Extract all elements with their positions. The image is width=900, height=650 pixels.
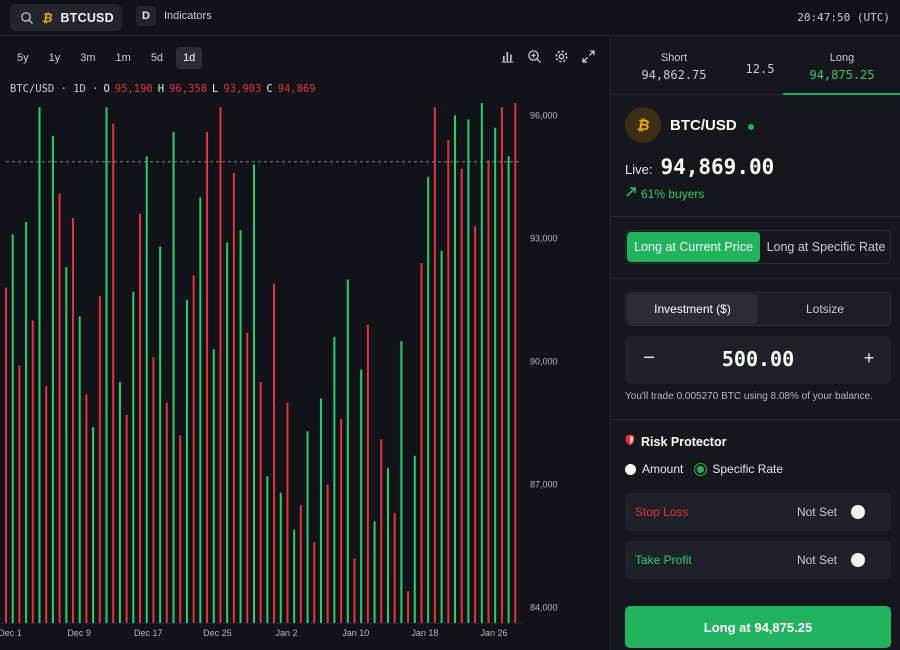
- y-tick-label: 96,000: [530, 110, 558, 120]
- size-mode-toggle: Investment ($) Lotsize: [625, 292, 891, 326]
- chart-panel: 5y 1y 3m 1m 5d 1d BTC/USD · 1D · O 95,19…: [0, 37, 610, 650]
- range-1m[interactable]: 1m: [109, 47, 138, 69]
- tab-investment[interactable]: Investment ($): [627, 294, 758, 324]
- take-profit-row[interactable]: Take Profit Not Set: [625, 541, 891, 579]
- bar-chart-icon[interactable]: [500, 49, 515, 64]
- ohlc-open: 95,190: [114, 83, 153, 95]
- range-1d[interactable]: 1d: [176, 47, 203, 69]
- price-chart[interactable]: 96,000 93,000 90,000 87,000 84,000 Dec 1 Dec 9…: [0, 99, 610, 650]
- ohlc-high-label: H: [157, 83, 165, 95]
- risk-protector-title: Risk Protector: [641, 434, 727, 449]
- ohlc-open-label: O: [103, 83, 110, 95]
- trend-up-icon: [625, 186, 637, 201]
- x-tick-label: Jan 2: [276, 628, 298, 638]
- bitcoin-icon: ₿: [42, 10, 53, 25]
- y-tick-label: 84,000: [530, 603, 558, 613]
- divider: [611, 278, 900, 279]
- y-tick-label: 93,000: [530, 233, 558, 243]
- decrease-button[interactable]: −: [637, 346, 661, 370]
- x-tick-label: Dec 25: [203, 628, 232, 638]
- long-current-price-button[interactable]: Long at Current Price: [627, 232, 760, 262]
- long-label: Long: [829, 52, 855, 64]
- x-tick-label: Dec 9: [67, 628, 91, 638]
- radio-amount[interactable]: [625, 463, 636, 475]
- stop-loss-label: Stop Loss: [635, 505, 689, 519]
- short-label: Short: [660, 52, 688, 64]
- divider: [611, 216, 900, 217]
- x-tick-label: Dec 17: [134, 628, 163, 638]
- range-selector: 5y 1y 3m 1m 5d 1d: [10, 47, 203, 69]
- shield-icon: [625, 434, 635, 449]
- risk-protector-heading: Risk Protector: [625, 434, 726, 449]
- trade-summary: You'll trade 0.005270 BTC using 8.08% of…: [625, 391, 873, 402]
- range-1y[interactable]: 1y: [42, 47, 68, 69]
- ohlc-legend: BTC/USD · 1D · O 95,190 H 96,358 L 93,90…: [10, 83, 316, 95]
- live-label: Live:: [625, 162, 653, 177]
- amount-input[interactable]: 500.00: [665, 347, 851, 371]
- price-tabs: Short 94,862.75 12.5 Long 94,875.25: [611, 37, 900, 95]
- radio-specific-rate[interactable]: [695, 463, 707, 475]
- ohlc-low-label: L: [212, 83, 219, 95]
- stop-loss-state: Not Set: [796, 505, 837, 519]
- x-axis-line: [0, 623, 522, 624]
- divider: [611, 419, 900, 420]
- long-submit-button[interactable]: Long at 94,875.25: [625, 606, 891, 648]
- y-tick-label: 87,000: [530, 480, 558, 490]
- long-specific-rate-button[interactable]: Long at Specific Rate: [762, 232, 890, 262]
- take-profit-state: Not Set: [796, 553, 837, 567]
- radio-specific-rate-label[interactable]: Specific Rate: [712, 462, 783, 476]
- y-tick-label: 90,000: [530, 357, 558, 367]
- live-price: 94,869.00: [660, 155, 775, 179]
- order-mode-toggle: Long at Current Price Long at Specific R…: [625, 230, 891, 264]
- bitcoin-icon: ₿: [625, 107, 661, 143]
- radio-amount-label[interactable]: Amount: [642, 462, 683, 476]
- x-tick-label: Dec 1: [0, 628, 22, 638]
- take-profit-label: Take Profit: [635, 553, 692, 567]
- ohlc-close: 94,869: [277, 83, 316, 95]
- spread-value: 12.5: [745, 62, 775, 76]
- increase-button[interactable]: +: [857, 346, 881, 370]
- utc-clock: 20:47:50 (UTC): [797, 11, 890, 24]
- ohlc-pair: BTC/USD · 1D ·: [10, 83, 99, 95]
- tab-lotsize[interactable]: Lotsize: [760, 294, 890, 324]
- take-profit-toggle[interactable]: [851, 553, 865, 567]
- risk-mode-radios: Amount Specific Rate: [625, 462, 783, 476]
- symbol-label: BTCUSD: [60, 10, 114, 25]
- spread-cell: 12.5: [737, 37, 783, 95]
- tab-long[interactable]: Long 94,875.25: [783, 37, 900, 95]
- indicators-button[interactable]: D Indicators: [136, 6, 212, 26]
- gear-icon[interactable]: [554, 49, 569, 64]
- zoom-in-icon[interactable]: [527, 49, 542, 64]
- tab-short[interactable]: Short 94,862.75: [611, 37, 737, 95]
- symbol-search[interactable]: ₿ BTCUSD: [10, 4, 122, 31]
- ohlc-close-label: C: [266, 83, 273, 95]
- stop-loss-row[interactable]: Stop Loss Not Set: [625, 493, 891, 531]
- amount-stepper: − 500.00 +: [625, 336, 891, 384]
- search-icon: [20, 11, 34, 25]
- expand-icon[interactable]: [581, 49, 596, 64]
- buyers-text: 61% buyers: [641, 186, 705, 201]
- range-5d[interactable]: 5d: [144, 47, 170, 69]
- chart-toolbar: [500, 49, 596, 64]
- range-3m[interactable]: 3m: [73, 47, 102, 69]
- short-price: 94,862.75: [641, 68, 707, 82]
- x-tick-label: Jan 26: [480, 628, 507, 638]
- range-5y[interactable]: 5y: [10, 47, 36, 69]
- live-status-dot: [748, 124, 754, 130]
- live-price-row: Live: 94,869.00: [625, 155, 774, 179]
- indicators-label[interactable]: Indicators: [164, 10, 212, 22]
- top-bar: ₿ BTCUSD D Indicators 20:47:50 (UTC): [0, 0, 900, 36]
- trade-panel: Short 94,862.75 12.5 Long 94,875.25 ₿ BT…: [610, 37, 900, 650]
- interval-badge[interactable]: D: [136, 6, 156, 26]
- x-tick-label: Jan 18: [411, 628, 438, 638]
- ohlc-high: 96,358: [169, 83, 208, 95]
- x-tick-label: Jan 10: [342, 628, 369, 638]
- asset-name: BTC/USD: [670, 117, 737, 134]
- long-price: 94,875.25: [809, 68, 875, 82]
- ohlc-low: 93,903: [223, 83, 262, 95]
- buyers-sentiment: 61% buyers: [625, 186, 704, 201]
- stop-loss-toggle[interactable]: [851, 505, 865, 519]
